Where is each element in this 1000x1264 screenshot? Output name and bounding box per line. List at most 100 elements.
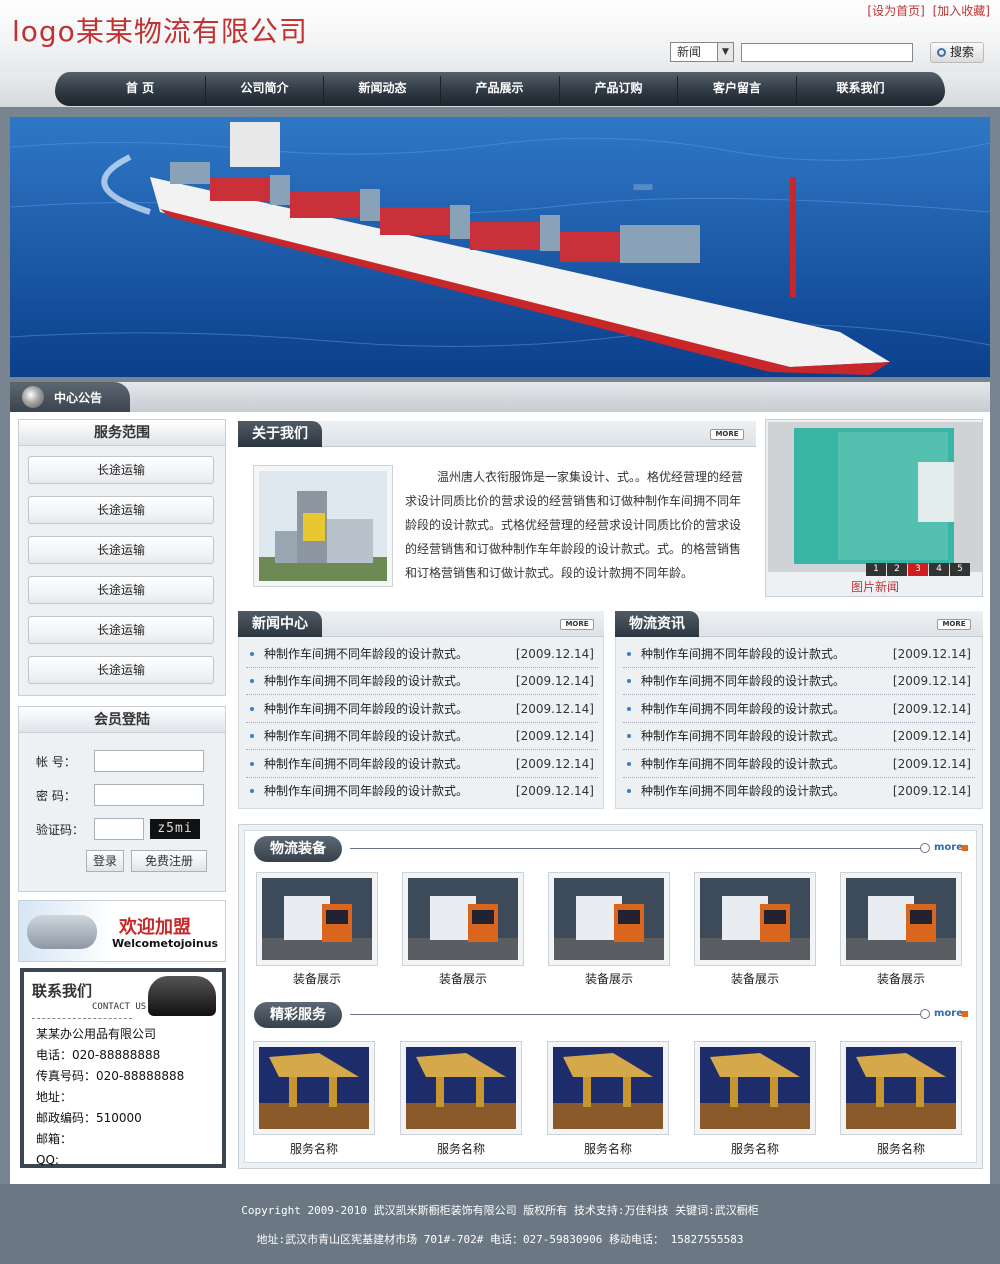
bullet-icon xyxy=(250,789,254,793)
equipment-item[interactable] xyxy=(256,872,378,966)
contact-company: 某某办公用品有限公司 xyxy=(36,1027,157,1041)
equipment-caption[interactable]: 装备展示 xyxy=(548,970,670,987)
set-homepage-link[interactable]: [设为首页] xyxy=(867,4,924,18)
service-item[interactable]: 长途运输 xyxy=(28,536,214,564)
truck-image xyxy=(700,878,810,960)
nav-messages[interactable]: 客户留言 xyxy=(679,72,795,106)
services-panel: 服务范围 长途运输 长途运输 长途运输 长途运输 长途运输 长途运输 xyxy=(18,419,226,696)
news-item[interactable]: 种制作车间拥不同年龄段的设计款式。 [2009.12.14] xyxy=(623,641,975,668)
nav-about[interactable]: 公司简介 xyxy=(207,72,322,106)
handshake-icon xyxy=(27,915,97,949)
login-title: 会员登陆 xyxy=(19,707,225,733)
pager-2[interactable]: 2 xyxy=(887,563,907,576)
search-button[interactable]: 搜索 xyxy=(930,42,984,63)
bullet-icon xyxy=(627,707,631,711)
contact-phone: 电话：020-88888888 xyxy=(36,1048,161,1062)
service-item[interactable]: 长途运输 xyxy=(28,456,214,484)
news-item[interactable]: 种制作车间拥不同年龄段的设计款式。 [2009.12.14] xyxy=(623,778,975,805)
news-date: [2009.12.14] xyxy=(515,729,594,743)
nav-home[interactable]: 首 页 xyxy=(85,72,195,106)
featured-caption[interactable]: 服务名称 xyxy=(840,1140,962,1157)
news-item[interactable]: 种制作车间拥不同年龄段的设计款式。 [2009.12.14] xyxy=(623,723,975,750)
site-logo[interactable]: logo某某物流有限公司 xyxy=(12,10,308,50)
news-center-more-button[interactable]: MORE xyxy=(560,619,594,630)
account-input[interactable] xyxy=(94,750,204,772)
equipment-more-link[interactable]: more xyxy=(934,842,963,853)
news-date: [2009.12.14] xyxy=(892,729,971,743)
nav-news[interactable]: 新闻动态 xyxy=(325,72,440,106)
news-date: [2009.12.14] xyxy=(892,784,971,798)
equipment-caption[interactable]: 装备展示 xyxy=(840,970,962,987)
news-item[interactable]: 种制作车间拥不同年龄段的设计款式。 [2009.12.14] xyxy=(623,751,975,778)
photo-news-caption[interactable]: 图片新闻 xyxy=(766,578,984,595)
news-item[interactable]: 种制作车间拥不同年龄段的设计款式。 [2009.12.14] xyxy=(246,751,598,778)
add-favorite-link[interactable]: [加入收藏] xyxy=(933,4,990,18)
news-date: [2009.12.14] xyxy=(515,757,594,771)
news-item[interactable]: 种制作车间拥不同年龄段的设计款式。 [2009.12.14] xyxy=(246,696,598,723)
nav-divider xyxy=(677,76,678,103)
equipment-item[interactable] xyxy=(402,872,524,966)
equipment-caption[interactable]: 装备展示 xyxy=(256,970,378,987)
photo-news-image[interactable] xyxy=(768,422,982,572)
telephone-icon xyxy=(148,976,216,1016)
pager-1[interactable]: 1 xyxy=(866,563,886,576)
featured-item[interactable] xyxy=(547,1041,669,1135)
news-title: 种制作车间拥不同年龄段的设计款式。 xyxy=(641,729,846,743)
pager-5[interactable]: 5 xyxy=(950,563,970,576)
search-input[interactable] xyxy=(741,43,913,62)
equipment-divider xyxy=(350,848,922,849)
join-banner[interactable]: 欢迎加盟 Welcometojoinus xyxy=(18,900,226,962)
news-item[interactable]: 种制作车间拥不同年龄段的设计款式。 [2009.12.14] xyxy=(246,668,598,695)
logistics-news-more-button[interactable]: MORE xyxy=(937,619,971,630)
featured-item[interactable] xyxy=(840,1041,962,1135)
about-more-button[interactable]: MORE xyxy=(710,429,744,440)
pager-4[interactable]: 4 xyxy=(929,563,949,576)
nav-divider xyxy=(559,76,560,103)
login-button[interactable]: 登录 xyxy=(86,850,124,872)
nav-divider xyxy=(205,76,206,103)
service-item[interactable]: 长途运输 xyxy=(28,656,214,684)
equipment-caption[interactable]: 装备展示 xyxy=(402,970,524,987)
service-item[interactable]: 长途运输 xyxy=(28,576,214,604)
password-label: 密 码： xyxy=(36,789,76,803)
pager-3[interactable]: 3 xyxy=(908,563,928,576)
news-date: [2009.12.14] xyxy=(515,647,594,661)
nav-order[interactable]: 产品订购 xyxy=(561,72,676,106)
equipment-title: 物流装备 xyxy=(254,836,342,862)
news-date: [2009.12.14] xyxy=(892,757,971,771)
featured-item[interactable] xyxy=(253,1041,375,1135)
featured-caption[interactable]: 服务名称 xyxy=(400,1140,522,1157)
contact-address: 地址： xyxy=(36,1090,73,1104)
news-item[interactable]: 种制作车间拥不同年龄段的设计款式。 [2009.12.14] xyxy=(246,778,598,805)
news-item[interactable]: 种制作车间拥不同年龄段的设计款式。 [2009.12.14] xyxy=(623,668,975,695)
contact-lines: 某某办公用品有限公司 电话：020-88888888 传真号码：020-8888… xyxy=(36,1024,184,1171)
join-subtitle: Welcometojoinus xyxy=(112,937,219,950)
news-title: 种制作车间拥不同年龄段的设计款式。 xyxy=(264,674,469,688)
captcha-input[interactable] xyxy=(94,818,144,840)
nav-divider xyxy=(796,76,797,103)
register-button[interactable]: 免费注册 xyxy=(131,850,207,872)
footer-address: 地址:武汉市青山区宪基建材市场 701#-702# 电话：027-5983090… xyxy=(256,1233,744,1246)
featured-item[interactable] xyxy=(400,1041,522,1135)
contact-panel: 联系我们 CONTACT US 某某办公用品有限公司 电话：020-888888… xyxy=(20,968,226,1168)
service-item[interactable]: 长途运输 xyxy=(28,616,214,644)
equipment-item[interactable] xyxy=(694,872,816,966)
equipment-caption[interactable]: 装备展示 xyxy=(694,970,816,987)
password-input[interactable] xyxy=(94,784,204,806)
equipment-item[interactable] xyxy=(840,872,962,966)
news-item[interactable]: 种制作车间拥不同年龄段的设计款式。 [2009.12.14] xyxy=(246,723,598,750)
featured-caption[interactable]: 服务名称 xyxy=(694,1140,816,1157)
search-category-select[interactable]: 新闻 ▼ xyxy=(670,42,734,62)
featured-caption[interactable]: 服务名称 xyxy=(253,1140,375,1157)
equipment-item[interactable] xyxy=(548,872,670,966)
featured-caption[interactable]: 服务名称 xyxy=(547,1140,669,1157)
service-item[interactable]: 长途运输 xyxy=(28,496,214,524)
nav-contact[interactable]: 联系我们 xyxy=(798,72,923,106)
nav-products[interactable]: 产品展示 xyxy=(442,72,557,106)
news-item[interactable]: 种制作车间拥不同年龄段的设计款式。 [2009.12.14] xyxy=(623,696,975,723)
featured-more-link[interactable]: more xyxy=(934,1008,963,1019)
captcha-image[interactable]: z5mi xyxy=(150,819,200,839)
about-title: 关于我们 xyxy=(238,421,322,447)
featured-item[interactable] xyxy=(694,1041,816,1135)
news-item[interactable]: 种制作车间拥不同年龄段的设计款式。 [2009.12.14] xyxy=(246,641,598,668)
